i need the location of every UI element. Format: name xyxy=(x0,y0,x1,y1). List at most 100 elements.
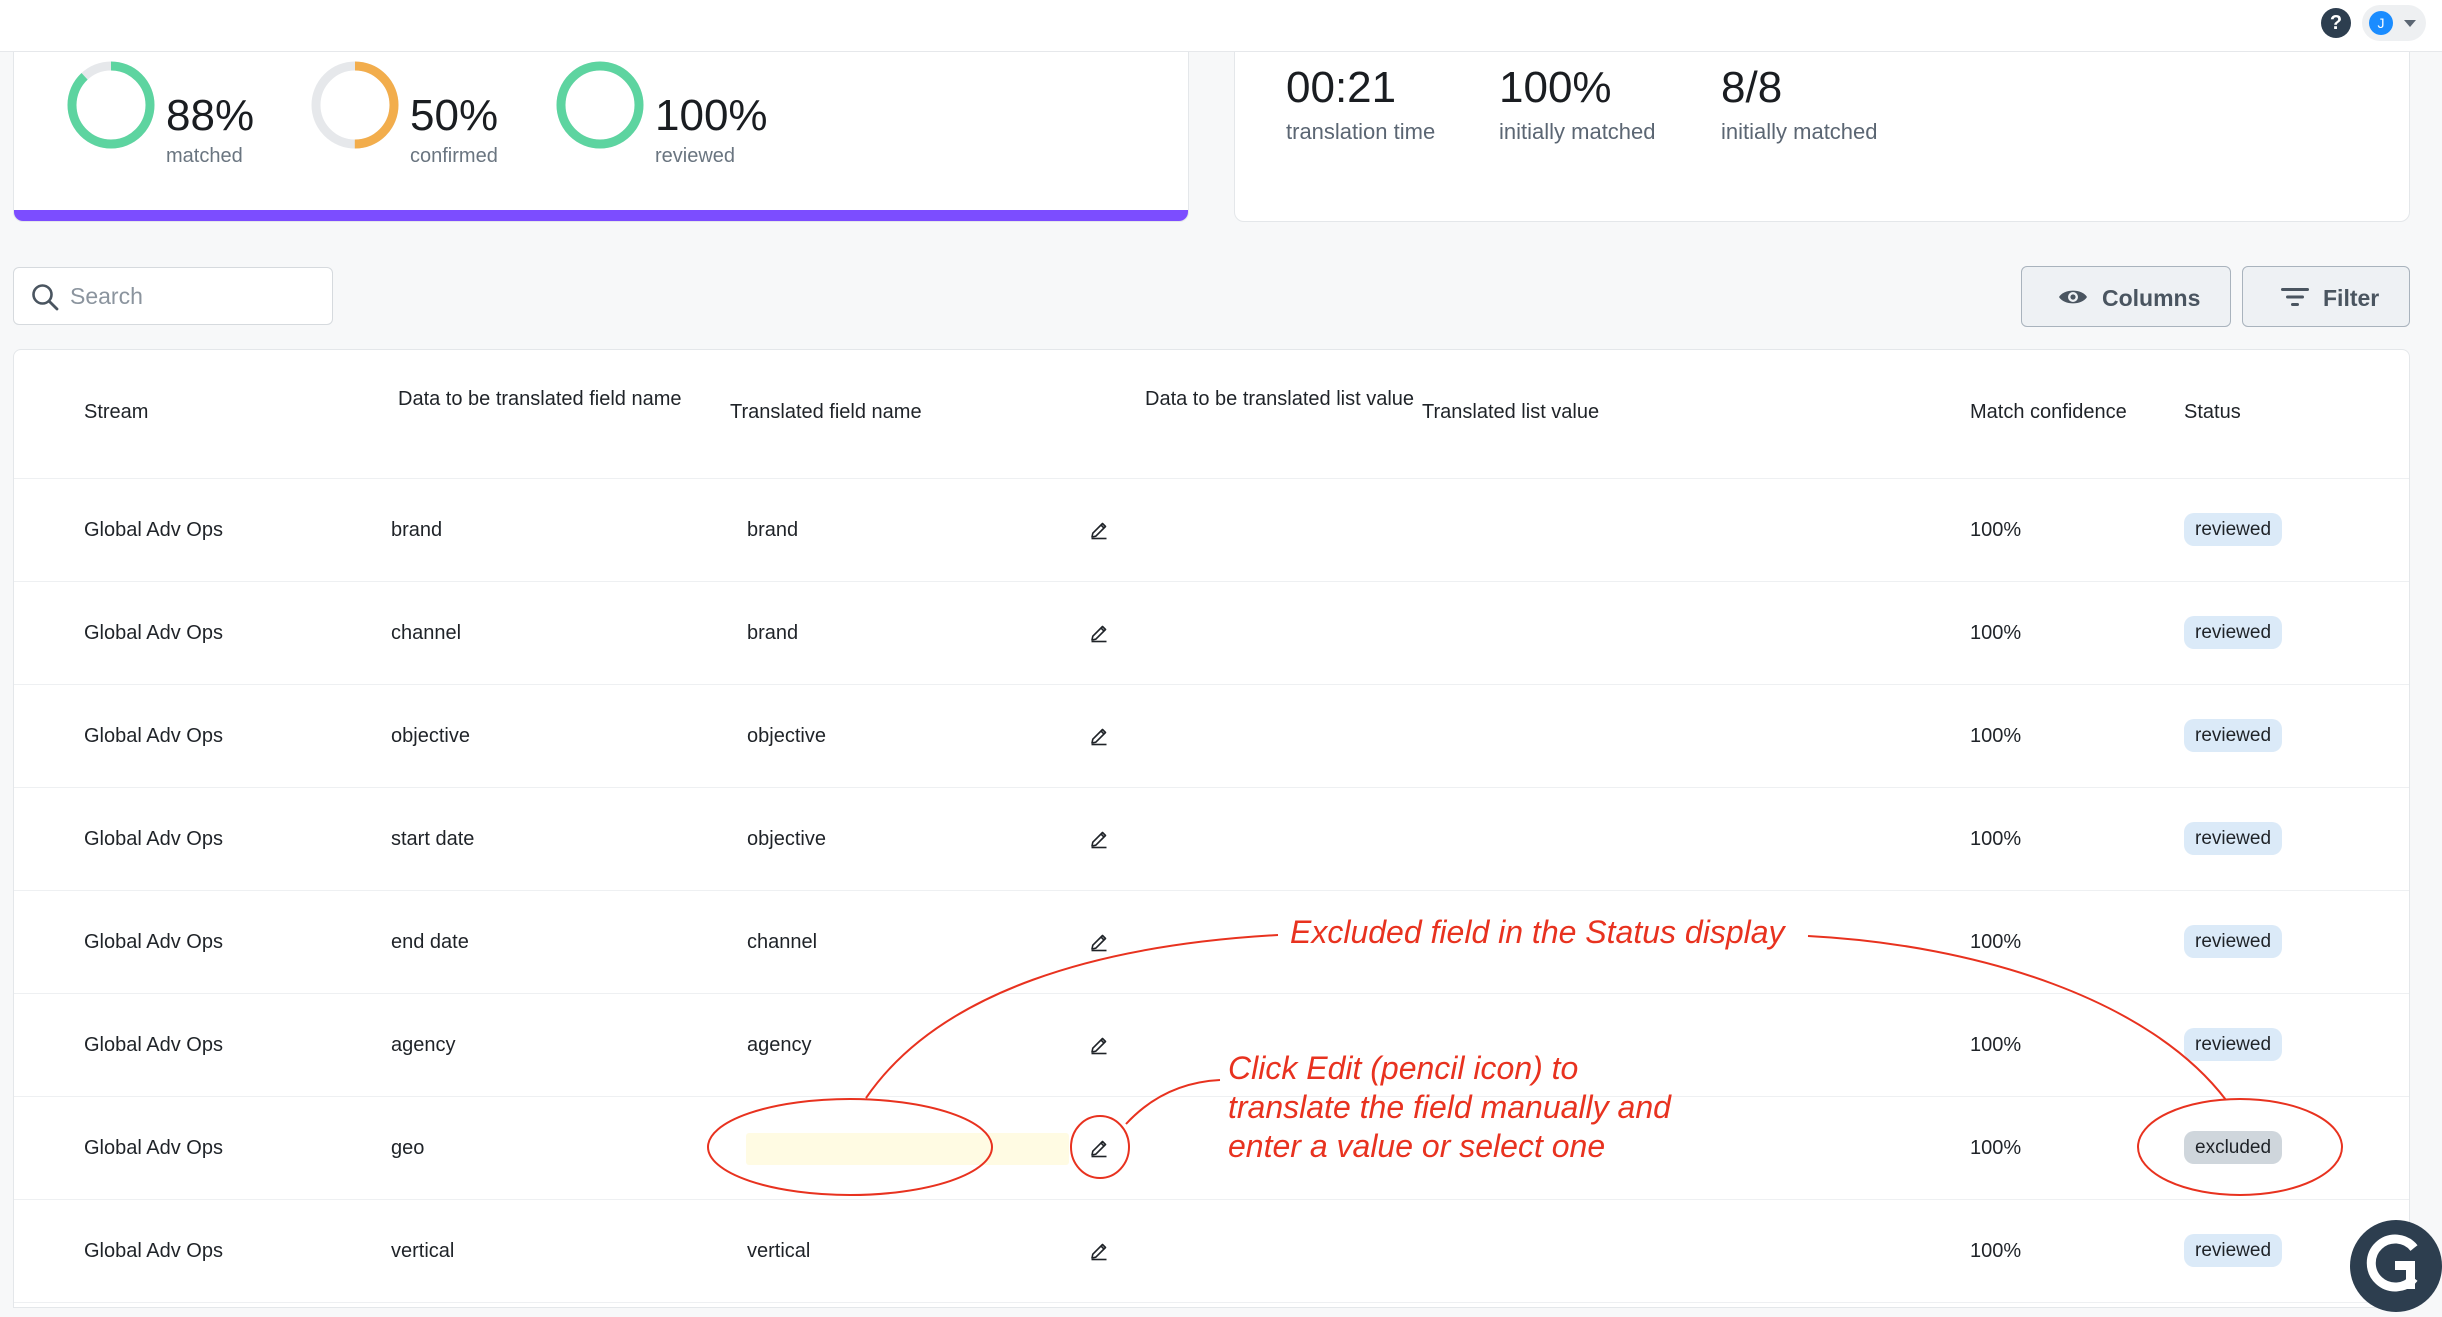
cell-match-confidence: 100% xyxy=(1970,931,2022,953)
columns-button[interactable]: Columns xyxy=(2021,266,2231,327)
translation-table: Stream Data to be translated field name … xyxy=(13,349,2410,1308)
cell-stream: Global Adv Ops xyxy=(84,931,223,953)
cell-translated-field: brand xyxy=(747,519,799,541)
pencil-icon[interactable] xyxy=(1089,623,1109,643)
filter-icon xyxy=(2281,288,2309,306)
chat-widget-logo-icon xyxy=(2366,1234,2418,1292)
cell-field-name: end date xyxy=(391,931,469,953)
cell-stream: Global Adv Ops xyxy=(84,622,223,644)
pencil-icon[interactable] xyxy=(1089,1138,1109,1158)
table-row[interactable]: Global Adv Ops objective objective 100% … xyxy=(14,685,2409,788)
pencil-icon[interactable] xyxy=(1089,726,1109,746)
cell-match-confidence: 100% xyxy=(1970,725,2022,747)
pencil-icon[interactable] xyxy=(1089,1241,1109,1261)
stat-initially-matched-percent: 100% initially matched xyxy=(1499,63,1656,145)
status-badge: reviewed xyxy=(2184,822,2283,855)
cell-stream: Global Adv Ops xyxy=(84,1137,223,1159)
cell-stream: Global Adv Ops xyxy=(84,725,223,747)
stat-translation-time: 00:21 translation time xyxy=(1286,63,1435,145)
annotation-edit-note-line1: Click Edit (pencil icon) to xyxy=(1228,1050,1579,1086)
progress-ring-matched xyxy=(67,61,155,149)
cell-translated-field: vertical xyxy=(747,1240,811,1262)
filter-button[interactable]: Filter xyxy=(2242,266,2410,327)
cell-translated-field: objective xyxy=(747,828,826,850)
column-header-data-list-value[interactable]: Data to be translated list value xyxy=(1145,388,1415,411)
stat-initially-matched-count: 8/8 initially matched xyxy=(1721,63,1878,145)
cell-match-confidence: 100% xyxy=(1970,1240,2022,1262)
pencil-icon[interactable] xyxy=(1089,520,1109,540)
cell-match-confidence: 100% xyxy=(1970,1034,2022,1056)
cell-translated-field: brand xyxy=(747,622,799,644)
cell-match-confidence: 100% xyxy=(1970,828,2022,850)
avatar[interactable]: J xyxy=(2369,11,2393,35)
table-row[interactable]: Global Adv Ops brand brand 100% reviewed xyxy=(14,479,2409,582)
cell-stream: Global Adv Ops xyxy=(84,828,223,850)
top-bar: ? J xyxy=(0,0,2442,52)
table-row[interactable]: Global Adv Ops channel brand 100% review… xyxy=(14,582,2409,685)
search-box[interactable] xyxy=(13,267,333,325)
pencil-icon[interactable] xyxy=(1089,932,1109,952)
status-badge: reviewed xyxy=(2184,1028,2283,1061)
cell-translated-field: channel xyxy=(747,931,818,953)
eye-icon xyxy=(2059,290,2087,304)
cell-translated-field: agency xyxy=(747,1034,812,1056)
annotation-edit-note-line3: enter a value or select one xyxy=(1228,1128,1606,1164)
cell-field-name: brand xyxy=(391,519,443,541)
cell-stream: Global Adv Ops xyxy=(84,1240,223,1262)
column-header-status[interactable]: Status xyxy=(2184,401,2241,424)
chevron-down-icon[interactable] xyxy=(2404,20,2416,27)
progress-ring-reviewed xyxy=(556,61,644,149)
column-header-data-field-name[interactable]: Data to be translated field name xyxy=(398,388,688,411)
match-summary-card: 88% matched 50% confirmed 100% reviewed xyxy=(13,26,1189,222)
filter-label: Filter xyxy=(2323,285,2380,311)
cell-match-confidence: 100% xyxy=(1970,519,2022,541)
help-icon[interactable]: ? xyxy=(2321,8,2351,38)
status-badge: excluded xyxy=(2184,1131,2283,1164)
card-accent-bar xyxy=(14,210,1188,221)
column-header-translated-list-value[interactable]: Translated list value xyxy=(1422,401,1599,424)
table-row[interactable]: Global Adv Ops vertical vertical 100% re… xyxy=(14,1200,2409,1303)
status-badge: reviewed xyxy=(2184,513,2283,546)
cell-match-confidence: 100% xyxy=(1970,1137,2022,1159)
translated-field-empty[interactable] xyxy=(746,1133,1069,1165)
progress-ring-confirmed xyxy=(311,61,399,149)
cell-translated-field: objective xyxy=(747,725,826,747)
cell-stream: Global Adv Ops xyxy=(84,519,223,541)
stat-value: 8/8 xyxy=(1721,63,1783,112)
metric-value: 100% xyxy=(655,91,768,140)
column-header-match-confidence[interactable]: Match confidence xyxy=(1970,401,2127,424)
cell-field-name: vertical xyxy=(391,1240,455,1262)
cell-field-name: agency xyxy=(391,1034,456,1056)
table-row[interactable]: Global Adv Ops end date channel 100% rev… xyxy=(14,891,2409,994)
chat-widget-button[interactable] xyxy=(2350,1220,2442,1312)
column-header-stream[interactable]: Stream xyxy=(84,401,148,424)
pencil-icon[interactable] xyxy=(1089,829,1109,849)
cell-match-confidence: 100% xyxy=(1970,622,2022,644)
user-menu[interactable]: J xyxy=(2362,5,2426,41)
translation-stats-card: 00:21 translation time 100% initially ma… xyxy=(1234,26,2410,222)
cell-field-name: geo xyxy=(391,1137,425,1159)
metric-value: 50% xyxy=(410,91,499,140)
table-row[interactable]: Global Adv Ops agency agency 100% review… xyxy=(14,994,2409,1097)
search-icon xyxy=(32,284,59,311)
cell-field-name: channel xyxy=(391,622,462,644)
status-badge: reviewed xyxy=(2184,925,2283,958)
metric-label: confirmed xyxy=(410,145,498,167)
stat-value: 00:21 xyxy=(1286,63,1397,112)
cell-field-name: objective xyxy=(391,725,470,747)
table-row[interactable]: Global Adv Ops start date objective 100%… xyxy=(14,788,2409,891)
status-badge: reviewed xyxy=(2184,616,2283,649)
pencil-icon[interactable] xyxy=(1089,1035,1109,1055)
column-header-translated-field-name[interactable]: Translated field name xyxy=(730,401,922,424)
cell-stream: Global Adv Ops xyxy=(84,1034,223,1056)
table-row[interactable]: Global Adv Ops geo 100% excluded xyxy=(14,1097,2409,1200)
status-badge: reviewed xyxy=(2184,1234,2283,1267)
stat-label: translation time xyxy=(1286,119,1436,144)
cell-field-name: start date xyxy=(391,828,475,850)
search-input[interactable] xyxy=(70,280,320,312)
metric-value: 88% xyxy=(166,91,255,140)
columns-label: Columns xyxy=(2102,285,2201,311)
metric-label: reviewed xyxy=(655,145,736,167)
stat-label: initially matched xyxy=(1721,119,1878,144)
annotation-status-note: Excluded field in the Status display xyxy=(1290,914,1785,950)
